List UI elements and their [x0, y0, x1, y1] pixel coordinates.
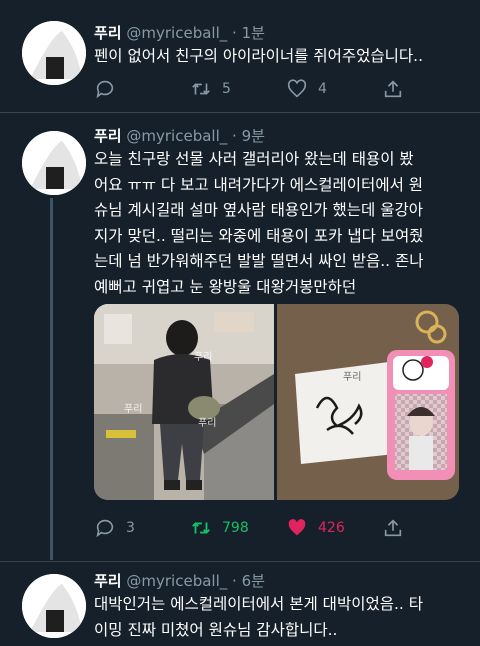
onigiri-avatar-icon: [22, 574, 86, 638]
reply-icon: [96, 80, 114, 99]
retweet-icon: [192, 522, 210, 534]
onigiri-avatar-icon: [22, 131, 86, 195]
tweet-3[interactable]: 푸리 @myriceball_ · 6분 대박인거는 에스컬레이터에서 본게 대…: [0, 562, 480, 646]
retweet-button[interactable]: 798: [190, 517, 286, 539]
retweet-icon: [192, 83, 210, 95]
avatar[interactable]: [22, 21, 86, 85]
retweet-count: 5: [222, 81, 231, 97]
retweet-count: 798: [222, 520, 249, 536]
reply-button[interactable]: [94, 78, 190, 100]
share-icon: [384, 519, 402, 537]
user-handle[interactable]: @myriceball_: [126, 24, 227, 42]
tweet-text: 펜이 없어서 친구의 아이라이너를 쥐어주었습니다..: [94, 47, 424, 65]
display-name[interactable]: 푸리: [94, 572, 122, 590]
share-button[interactable]: [382, 517, 404, 539]
tweet-text: 오늘 친구랑 선물 사러 갤러리아 왔는데 태용이 봤 어요 ㅠㅠ 다 보고 내…: [94, 150, 424, 296]
tweet-text: 대박인거는 에스컬레이터에서 본게 대박이었음.. 타 이밍 진짜 미쳤어 원슈…: [94, 595, 424, 639]
onigiri-avatar-icon: [22, 21, 86, 85]
avatar[interactable]: [22, 131, 86, 195]
watermark: 푸리: [194, 352, 213, 363]
watermark: 푸리: [198, 418, 217, 429]
avatar[interactable]: [22, 574, 86, 638]
timestamp[interactable]: · 6분: [232, 572, 265, 590]
share-button[interactable]: [382, 78, 404, 100]
user-handle[interactable]: @myriceball_: [126, 127, 227, 145]
user-handle[interactable]: @myriceball_: [126, 572, 227, 590]
share-icon: [384, 80, 402, 98]
timestamp[interactable]: · 1분: [232, 24, 265, 42]
tweet-1[interactable]: 푸리 @myriceball_ · 1분 펜이 없어서 친구의 아이라이너를 쥐…: [0, 0, 480, 112]
watermark: 푸리: [124, 404, 143, 415]
timestamp[interactable]: · 9분: [232, 127, 265, 145]
media-photo-escalator[interactable]: 푸리 푸리 푸리: [94, 304, 274, 500]
like-icon: [287, 79, 307, 98]
display-name[interactable]: 푸리: [94, 24, 122, 42]
like-button[interactable]: 426: [286, 517, 382, 539]
like-icon: [288, 519, 306, 536]
like-count: 426: [318, 520, 345, 536]
reply-icon: [96, 519, 114, 538]
signature-photo: [277, 304, 459, 500]
reply-button[interactable]: 3: [94, 517, 190, 539]
like-button[interactable]: 4: [286, 78, 382, 100]
reply-count: 3: [126, 520, 135, 536]
like-count: 4: [318, 81, 327, 97]
media-photo-signature[interactable]: 푸리: [277, 304, 459, 500]
tweet-2[interactable]: 푸리 @myriceball_ · 9분 오늘 친구랑 선물 사러 갤러리아 왔…: [0, 113, 480, 561]
escalator-photo: [94, 304, 274, 500]
display-name[interactable]: 푸리: [94, 127, 122, 145]
retweet-button[interactable]: 5: [190, 78, 286, 100]
watermark: 푸리: [343, 372, 362, 383]
